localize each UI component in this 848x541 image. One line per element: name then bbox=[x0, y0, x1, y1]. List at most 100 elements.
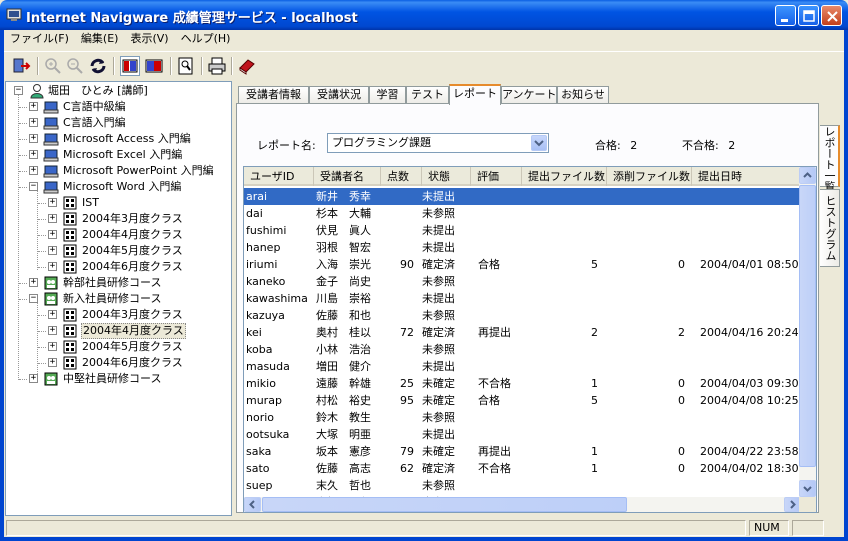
class-icon bbox=[63, 340, 77, 354]
view-compare-icon[interactable] bbox=[144, 56, 164, 76]
tree-item-label: 2004年4月度クラス bbox=[81, 323, 186, 339]
horizontal-scroll-thumb[interactable] bbox=[262, 497, 627, 512]
table-row[interactable]: koba 小林 浩治 未参照 bbox=[244, 341, 801, 358]
scroll-up-icon[interactable] bbox=[799, 167, 816, 184]
tree-item-label: 2004年5月度クラス bbox=[82, 244, 183, 257]
menu-help[interactable]: ヘルプ(H) bbox=[175, 30, 237, 48]
title-bar[interactable]: Internet Navigware 成績管理サービス - localhost bbox=[0, 0, 848, 30]
tab-learning[interactable]: 学習 bbox=[369, 86, 406, 104]
table-row[interactable]: norio 鈴木 教生 未参照 bbox=[244, 409, 801, 426]
logout-icon[interactable] bbox=[11, 56, 31, 76]
expand-icon[interactable]: + bbox=[29, 374, 38, 383]
table-row[interactable]: iriumi 入海 崇光 90 確定済 合格 5 0 2004/04/01 08:50 bbox=[244, 256, 801, 273]
collapse-icon[interactable]: − bbox=[29, 294, 38, 303]
expand-icon[interactable]: + bbox=[48, 358, 57, 367]
expand-icon[interactable]: + bbox=[48, 262, 57, 271]
toolbar bbox=[4, 51, 844, 79]
table-row[interactable]: masuda 増田 健介 未提出 bbox=[244, 358, 801, 375]
class-icon bbox=[63, 260, 77, 274]
course-tree[interactable]: − 堀田 ひとみ [講師] + C言語中級編 + C言語入門編 + Microsoft A… bbox=[5, 81, 232, 516]
table-row[interactable]: arai 新井 秀幸 未提出 bbox=[244, 188, 801, 205]
cell-score: 72 bbox=[400, 326, 414, 339]
expand-icon[interactable]: + bbox=[48, 246, 57, 255]
expand-icon[interactable]: + bbox=[29, 118, 38, 127]
horizontal-scrollbar[interactable] bbox=[244, 497, 801, 512]
menu-view[interactable]: 表示(V) bbox=[124, 30, 174, 48]
scroll-down-icon[interactable] bbox=[799, 480, 816, 497]
table-row[interactable]: dai 杉本 大輔 未参照 bbox=[244, 205, 801, 222]
course-book-icon[interactable] bbox=[237, 56, 257, 76]
collapse-icon[interactable]: − bbox=[29, 182, 38, 191]
table-row[interactable]: mikio 遠藤 幹雄 25 未確定 不合格 1 0 2004/04/03 09:30 bbox=[244, 375, 801, 392]
table-row[interactable]: saka 坂本 憲彦 79 未確定 再提出 1 0 2004/04/22 23:58 bbox=[244, 443, 801, 460]
tab-test[interactable]: テスト bbox=[406, 86, 449, 104]
col-corrected-files[interactable]: 添削ファイル数 bbox=[607, 167, 692, 186]
print-icon[interactable] bbox=[207, 56, 227, 76]
tab-histogram[interactable]: ヒストグラム bbox=[820, 189, 840, 267]
cell-id: kazuya bbox=[246, 309, 285, 322]
tab-progress[interactable]: 受講状況 bbox=[309, 86, 369, 104]
expand-icon[interactable]: + bbox=[29, 166, 38, 175]
col-user-id[interactable]: ユーザID bbox=[244, 167, 314, 186]
table-row[interactable]: suep 末久 哲也 未参照 bbox=[244, 477, 801, 494]
tab-report[interactable]: レポート bbox=[449, 84, 501, 105]
refresh-icon[interactable] bbox=[88, 56, 108, 76]
expand-icon[interactable]: + bbox=[48, 326, 57, 335]
vertical-scroll-thumb[interactable] bbox=[799, 185, 816, 467]
table-row[interactable]: kazuya 佐藤 和也 未参照 bbox=[244, 307, 801, 324]
vertical-scrollbar[interactable] bbox=[799, 167, 816, 497]
expand-icon[interactable]: + bbox=[29, 134, 38, 143]
minimize-button[interactable] bbox=[775, 5, 796, 26]
view-split-icon[interactable] bbox=[120, 56, 140, 76]
cell-score: 25 bbox=[400, 377, 414, 390]
expand-icon[interactable]: + bbox=[48, 230, 57, 239]
col-submit-date[interactable]: 提出日時 bbox=[692, 167, 801, 186]
scroll-left-icon[interactable] bbox=[244, 497, 261, 512]
table-row[interactable]: hanep 羽根 智宏 未提出 bbox=[244, 239, 801, 256]
col-eval[interactable]: 評価 bbox=[471, 167, 522, 186]
col-submitted-files[interactable]: 提出ファイル数 bbox=[522, 167, 607, 186]
table-row[interactable]: sato 佐藤 高志 62 確定済 不合格 1 0 2004/04/02 18:30 bbox=[244, 460, 801, 477]
col-score[interactable]: 点数 bbox=[381, 167, 422, 186]
tab-student-info[interactable]: 受講者情報 bbox=[238, 86, 309, 104]
expand-icon[interactable]: + bbox=[48, 342, 57, 351]
zoom-out-icon[interactable] bbox=[65, 56, 85, 76]
find-user-icon[interactable] bbox=[176, 56, 196, 76]
cell-name: 佐藤 和也 bbox=[316, 309, 371, 322]
maximize-button[interactable] bbox=[798, 5, 819, 26]
table-row[interactable]: fushimi 伏見 眞人 未提出 bbox=[244, 222, 801, 239]
expand-icon[interactable]: + bbox=[48, 310, 57, 319]
expand-icon[interactable]: + bbox=[29, 150, 38, 159]
cell-status: 未提出 bbox=[422, 428, 455, 441]
table-row[interactable]: kawashima 川島 崇裕 未提出 bbox=[244, 290, 801, 307]
class-icon bbox=[63, 212, 77, 226]
collapse-icon[interactable]: − bbox=[14, 86, 23, 95]
tab-notice[interactable]: お知らせ bbox=[557, 86, 609, 104]
col-name[interactable]: 受講者名 bbox=[314, 167, 381, 186]
expand-icon[interactable]: + bbox=[29, 102, 38, 111]
zoom-in-icon[interactable] bbox=[43, 56, 63, 76]
cell-eval: 再提出 bbox=[478, 326, 511, 339]
cell-name: 羽根 智宏 bbox=[316, 241, 371, 254]
table-row[interactable]: ootsuka 大塚 明亜 未提出 bbox=[244, 426, 801, 443]
tab-report-list[interactable]: レポート一覧 bbox=[820, 125, 840, 192]
col-status[interactable]: 状態 bbox=[422, 167, 471, 186]
report-select[interactable]: プログラミング課題 bbox=[327, 133, 549, 153]
chevron-down-icon[interactable] bbox=[531, 135, 547, 151]
cell-corrected: 2 bbox=[678, 326, 685, 339]
menu-file[interactable]: ファイル(F) bbox=[4, 30, 75, 48]
expand-icon[interactable]: + bbox=[29, 278, 38, 287]
tab-survey[interactable]: アンケート bbox=[501, 86, 557, 104]
cell-status: 未提出 bbox=[422, 360, 455, 373]
report-table[interactable]: ユーザID 受講者名 点数 状態 評価 提出ファイル数 添削ファイル数 提出日時… bbox=[243, 166, 817, 513]
cell-eval: 合格 bbox=[478, 258, 500, 271]
cell-status: 未参照 bbox=[422, 309, 455, 322]
close-button[interactable] bbox=[821, 5, 842, 26]
tree-item-label: 2004年3月度クラス bbox=[82, 212, 183, 225]
table-row[interactable]: kei 奥村 桂以 72 確定済 再提出 2 2 2004/04/16 20:24 bbox=[244, 324, 801, 341]
menu-edit[interactable]: 編集(E) bbox=[75, 30, 125, 48]
expand-icon[interactable]: + bbox=[48, 214, 57, 223]
table-row[interactable]: murap 村松 裕史 95 未確定 合格 5 0 2004/04/08 10:25 bbox=[244, 392, 801, 409]
expand-icon[interactable]: + bbox=[48, 198, 57, 207]
table-row[interactable]: kaneko 金子 尚史 未参照 bbox=[244, 273, 801, 290]
